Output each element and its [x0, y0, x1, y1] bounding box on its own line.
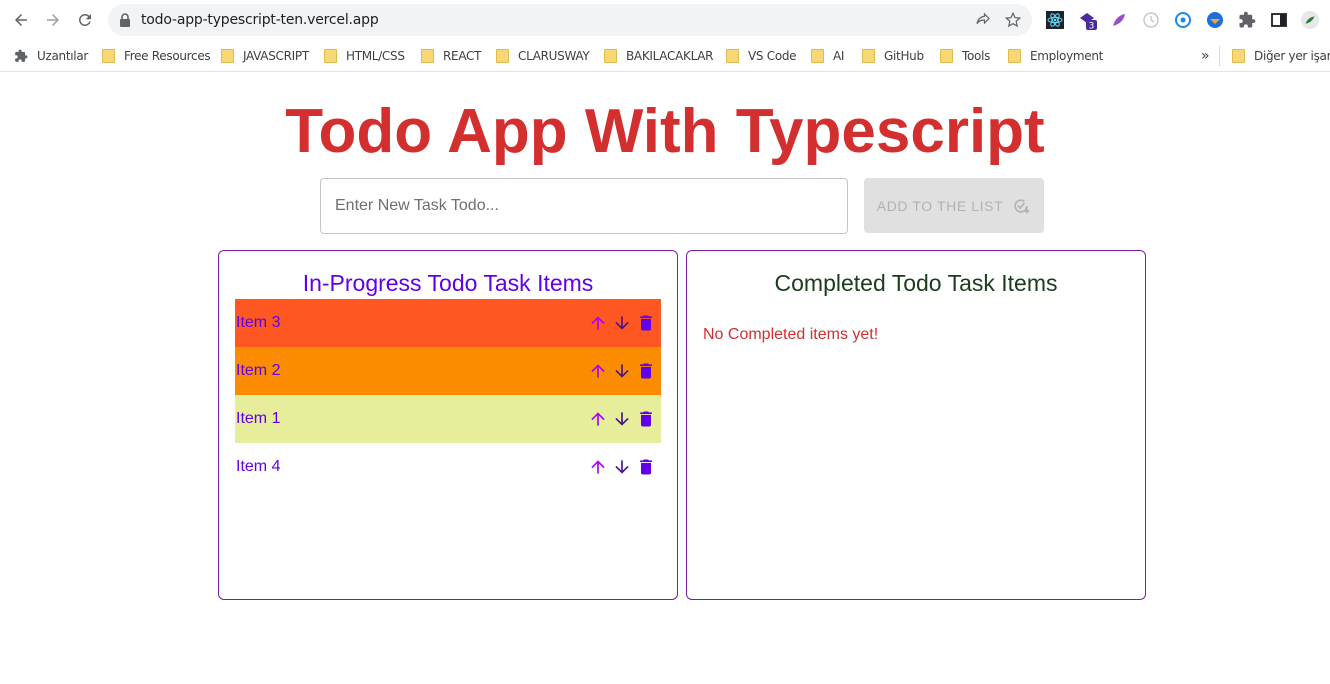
trash-icon	[640, 459, 652, 475]
arrow-down-icon	[615, 412, 629, 426]
add-task-icon	[1014, 198, 1030, 213]
add-to-list-button[interactable]: ADD TO THE LIST	[864, 178, 1044, 233]
trash-icon	[640, 363, 652, 379]
folder-icon	[324, 49, 337, 63]
folder-icon	[604, 49, 617, 63]
in-progress-panel: In-Progress Todo Task Items Item 3 Item 2…	[218, 250, 678, 600]
profile-avatar-icon[interactable]	[1300, 10, 1320, 30]
folder-icon	[940, 49, 953, 63]
move-up-button[interactable]	[587, 311, 609, 335]
openai-extension-icon[interactable]	[1173, 10, 1193, 30]
folder-icon	[1232, 49, 1245, 63]
trash-icon	[640, 315, 652, 331]
bookmark-bakilacaklar[interactable]: BAKILACAKLAR	[604, 47, 713, 65]
timer-extension-icon[interactable]	[1141, 10, 1161, 30]
todo-item-label: Item 2	[236, 362, 281, 379]
arrow-left-icon	[15, 14, 27, 26]
forward-button[interactable]	[41, 8, 65, 32]
bookmark-github[interactable]: GitHub	[862, 47, 924, 65]
delete-button[interactable]	[635, 359, 657, 383]
bookmark-clarusway[interactable]: CLARUSWAY	[496, 47, 590, 65]
bookmark-javascript[interactable]: JAVASCRIPT	[221, 47, 309, 65]
folder-icon	[496, 49, 509, 63]
arrow-down-icon	[615, 316, 629, 330]
in-progress-list: Item 3 Item 2 Item 1 Item 4	[235, 299, 661, 491]
add-button-label: ADD TO THE LIST	[876, 197, 1004, 214]
side-panel-icon[interactable]	[1269, 10, 1289, 30]
completed-title: Completed Todo Task Items	[774, 270, 1058, 296]
todo-item-label: Item 4	[236, 458, 281, 475]
redux-extension-icon[interactable]: 3	[1077, 10, 1097, 30]
folder-icon	[1008, 49, 1021, 63]
reload-icon	[78, 13, 91, 26]
move-down-button[interactable]	[611, 455, 633, 479]
feather-extension-icon[interactable]	[1109, 10, 1129, 30]
react-devtools-extension-icon[interactable]	[1045, 10, 1065, 30]
delete-button[interactable]	[635, 311, 657, 335]
todo-item[interactable]: Item 3	[235, 299, 661, 347]
todo-item-actions	[587, 407, 657, 431]
move-down-button[interactable]	[611, 359, 633, 383]
more-bookmarks-button[interactable]: »	[1201, 47, 1210, 65]
bookmarks-divider	[1219, 46, 1220, 66]
address-bar[interactable]: todo-app-typescript-ten.vercel.app	[108, 4, 1032, 36]
move-up-button[interactable]	[587, 455, 609, 479]
bookmark-react[interactable]: REACT	[421, 47, 481, 65]
extension-badge: 3	[1089, 22, 1095, 31]
todo-item[interactable]: Item 1	[235, 395, 661, 443]
folder-icon	[221, 49, 234, 63]
todo-item[interactable]: Item 2	[235, 347, 661, 395]
folder-icon	[726, 49, 739, 63]
arrow-right-icon	[47, 14, 59, 26]
arrow-down-icon	[615, 460, 629, 474]
new-task-input[interactable]	[320, 178, 848, 234]
todo-item[interactable]: Item 4	[235, 443, 661, 491]
folder-icon	[102, 49, 115, 63]
vpn-extension-icon[interactable]	[1205, 10, 1225, 30]
arrow-up-icon	[591, 316, 605, 330]
bookmark-vs-code[interactable]: VS Code	[726, 47, 797, 65]
bookmark-free-resources[interactable]: Free Resources	[102, 47, 211, 65]
delete-button[interactable]	[635, 407, 657, 431]
bookmarks-bar: Uzantılar Free Resources JAVASCRIPT HTML…	[0, 40, 1330, 72]
delete-button[interactable]	[635, 455, 657, 479]
bookmark-extensions[interactable]: Uzantılar	[14, 47, 88, 65]
star-icon[interactable]	[1004, 11, 1022, 29]
back-button[interactable]	[9, 8, 33, 32]
lock-icon	[120, 13, 130, 27]
todo-item-actions	[587, 455, 657, 479]
move-up-button[interactable]	[587, 407, 609, 431]
todo-item-label: Item 1	[236, 410, 281, 427]
todo-item-label: Item 3	[236, 314, 281, 331]
puzzle-icon[interactable]	[1237, 10, 1257, 30]
folder-icon	[811, 49, 824, 63]
arrow-up-icon	[591, 460, 605, 474]
todo-item-actions	[587, 311, 657, 335]
bookmark-ai[interactable]: AI	[811, 47, 844, 65]
todo-item-actions	[587, 359, 657, 383]
in-progress-title: In-Progress Todo Task Items	[302, 270, 594, 296]
trash-icon	[640, 411, 652, 427]
move-down-button[interactable]	[611, 311, 633, 335]
empty-completed-message: No Completed items yet!	[703, 326, 879, 343]
share-icon[interactable]	[974, 11, 992, 29]
puzzle-icon	[15, 49, 28, 62]
bookmark-other[interactable]: Diğer yer işare	[1232, 47, 1330, 65]
arrow-down-icon	[615, 364, 629, 378]
reload-button[interactable]	[73, 8, 97, 32]
completed-panel: Completed Todo Task Items No Completed i…	[686, 250, 1146, 600]
url-text: todo-app-typescript-ten.vercel.app	[141, 12, 379, 28]
app-title: Todo App With Typescript	[285, 97, 1045, 166]
move-up-button[interactable]	[587, 359, 609, 383]
folder-icon	[421, 49, 434, 63]
move-down-button[interactable]	[611, 407, 633, 431]
bookmark-employment[interactable]: Employment	[1008, 47, 1103, 65]
folder-icon	[862, 49, 875, 63]
arrow-up-icon	[591, 364, 605, 378]
bookmark-html-css[interactable]: HTML/CSS	[324, 47, 405, 65]
arrow-up-icon	[591, 412, 605, 426]
browser-toolbar: todo-app-typescript-ten.vercel.app 3	[0, 0, 1330, 40]
bookmark-tools[interactable]: Tools	[940, 47, 990, 65]
